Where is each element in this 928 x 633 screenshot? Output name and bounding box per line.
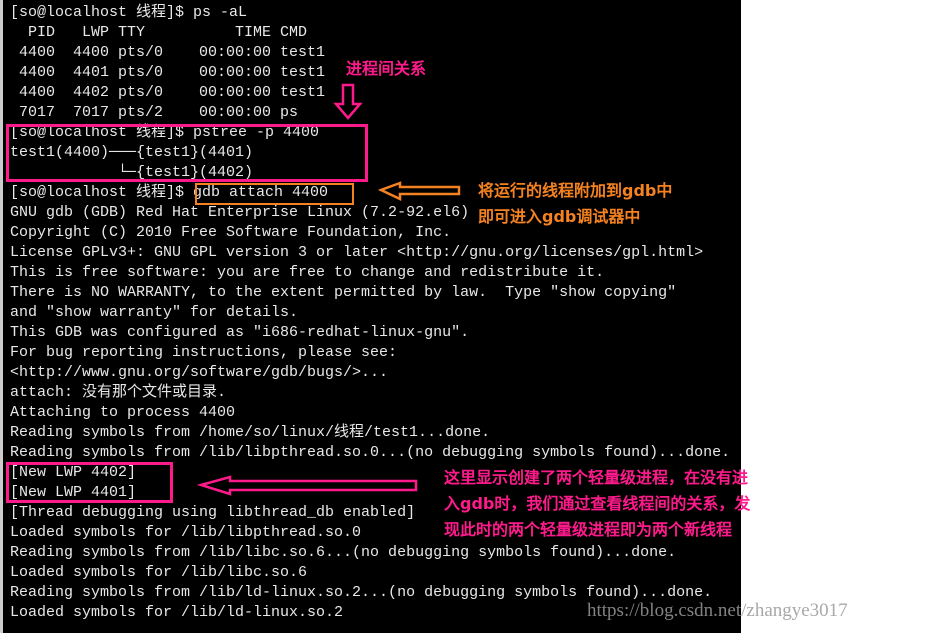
- lwp-note: 这里显示创建了两个轻量级进程，在没有进 入gdb时，我们通过查看线程间的关系，发…: [444, 468, 751, 539]
- left-arrow-icon: [196, 475, 418, 496]
- watermark: https://blog.csdn.net/zhangye3017: [587, 600, 848, 621]
- left-arrow-icon: [377, 181, 461, 201]
- attach-note: 将运行的线程附加到gdb中 即可进入gdb调试器中: [478, 181, 673, 226]
- down-arrow-icon: [333, 83, 363, 120]
- process-relation-note: 进程间关系: [346, 59, 427, 78]
